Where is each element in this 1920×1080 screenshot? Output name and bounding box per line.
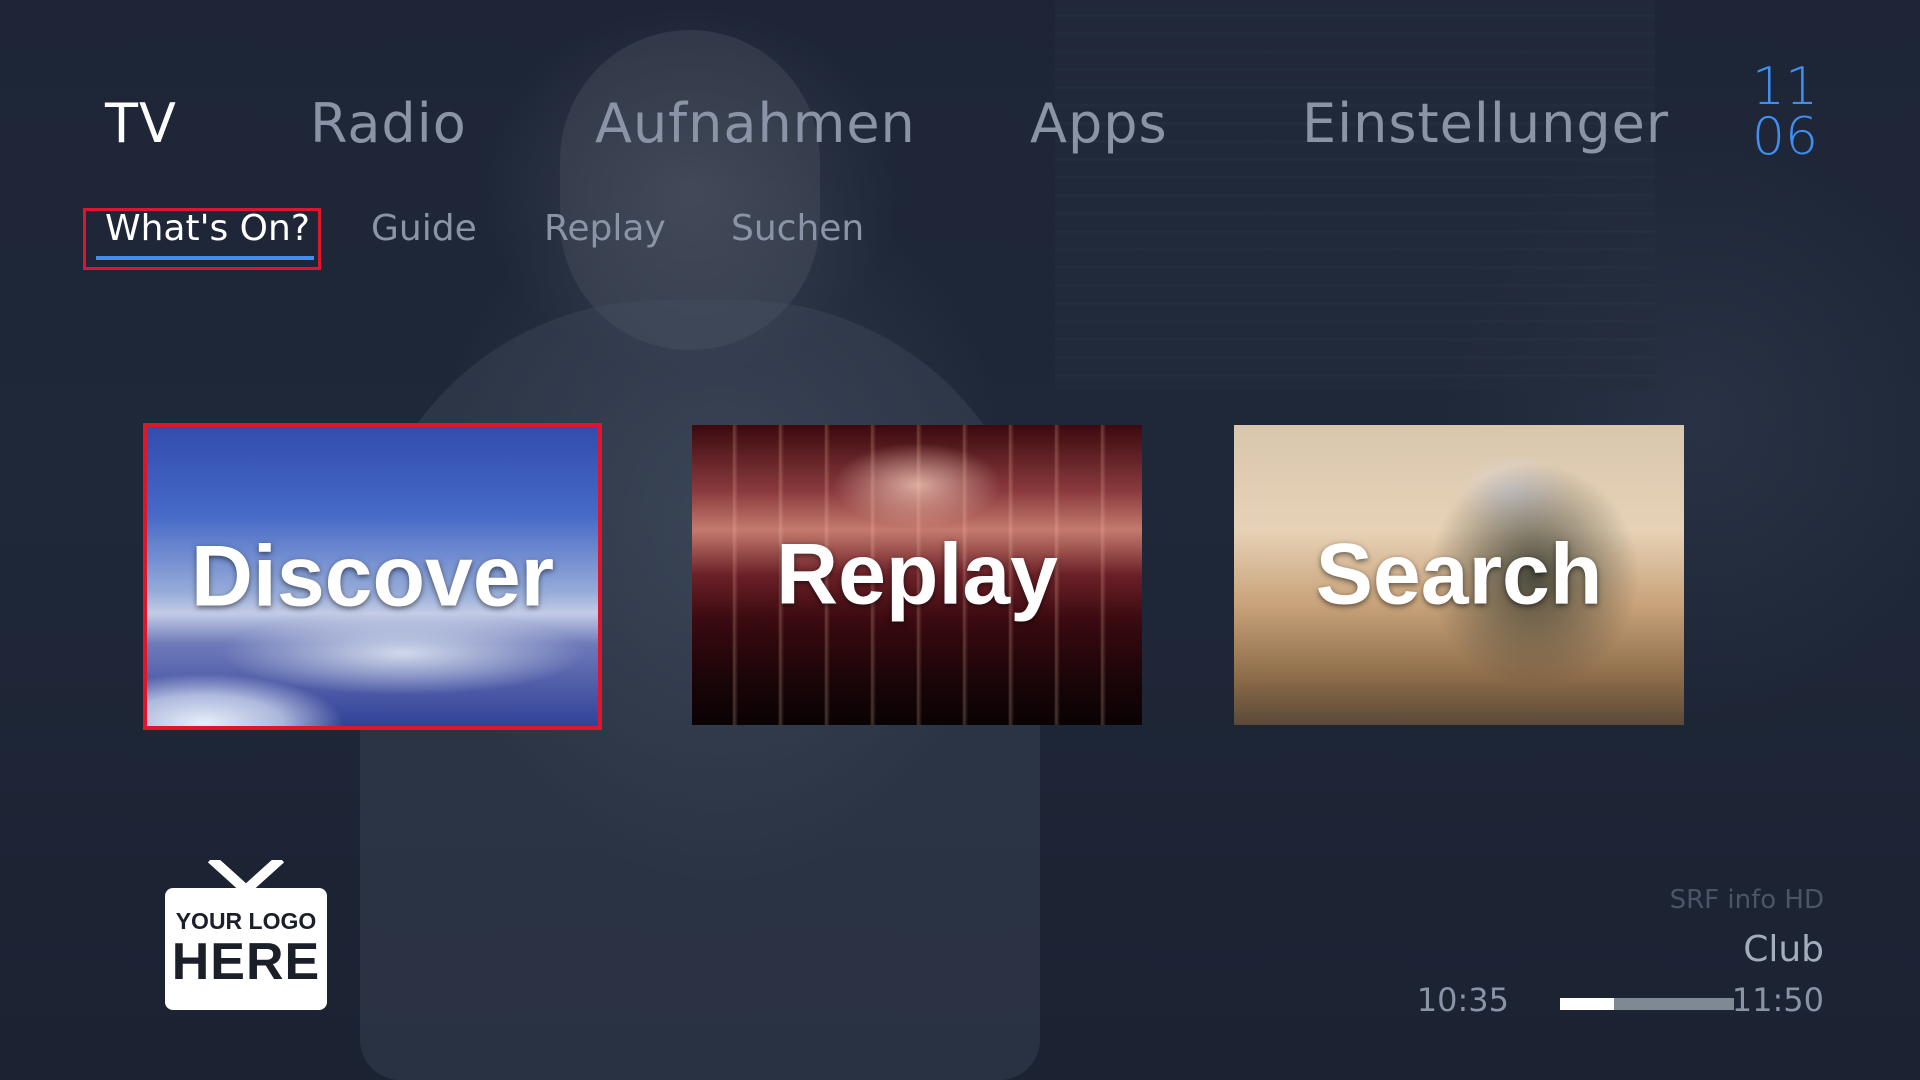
logo-text-line1: YOUR LOGO [175, 908, 317, 934]
main-nav-tv[interactable]: TV [105, 92, 177, 155]
main-nav-einstellungen[interactable]: Einstellunger [1302, 92, 1669, 155]
clock-minute: 06 [1751, 107, 1819, 167]
sub-nav-suchen[interactable]: Suchen [731, 208, 864, 249]
tile-replay[interactable]: Replay [692, 425, 1142, 725]
main-navigation: TV Radio Aufnahmen Apps Einstellunger [0, 92, 1800, 162]
logo-text-line2: HERE [171, 933, 321, 991]
now-playing-title: Club [1743, 929, 1824, 970]
sub-nav-whats-on[interactable]: What's On? [105, 208, 310, 249]
sub-nav-replay[interactable]: Replay [544, 208, 666, 249]
background-panel [1055, 0, 1655, 390]
tile-replay-label: Replay [775, 526, 1059, 623]
main-nav-radio[interactable]: Radio [310, 92, 467, 155]
tv-home-screen: TV Radio Aufnahmen Apps Einstellunger 11… [0, 0, 1920, 1080]
now-playing-start-time: 10:35 [1416, 981, 1509, 1019]
main-nav-aufnahmen[interactable]: Aufnahmen [595, 92, 916, 155]
tile-discover[interactable]: Discover [143, 423, 602, 730]
sub-navigation: What's On? Guide Replay Suchen [0, 208, 1000, 268]
brand-logo: YOUR LOGO HERE [165, 860, 327, 1010]
now-playing-channel: SRF info HD [1669, 885, 1824, 915]
now-playing-progress-fill [1560, 998, 1614, 1010]
clock: 11 06 [1745, 57, 1825, 167]
tile-search-label: Search [1315, 526, 1603, 623]
now-playing-progress-bar [1560, 998, 1734, 1010]
tile-search[interactable]: Search [1234, 425, 1684, 725]
sub-nav-guide[interactable]: Guide [371, 208, 477, 249]
tile-discover-label: Discover [190, 528, 555, 624]
now-playing-times: 10:35 11:50 [1324, 981, 1824, 1021]
now-playing-info: SRF info HD Club 10:35 11:50 [1324, 885, 1824, 1021]
clock-hour: 11 [1751, 57, 1819, 117]
main-nav-apps[interactable]: Apps [1030, 92, 1168, 155]
now-playing-end-time: 11:50 [1731, 981, 1824, 1019]
